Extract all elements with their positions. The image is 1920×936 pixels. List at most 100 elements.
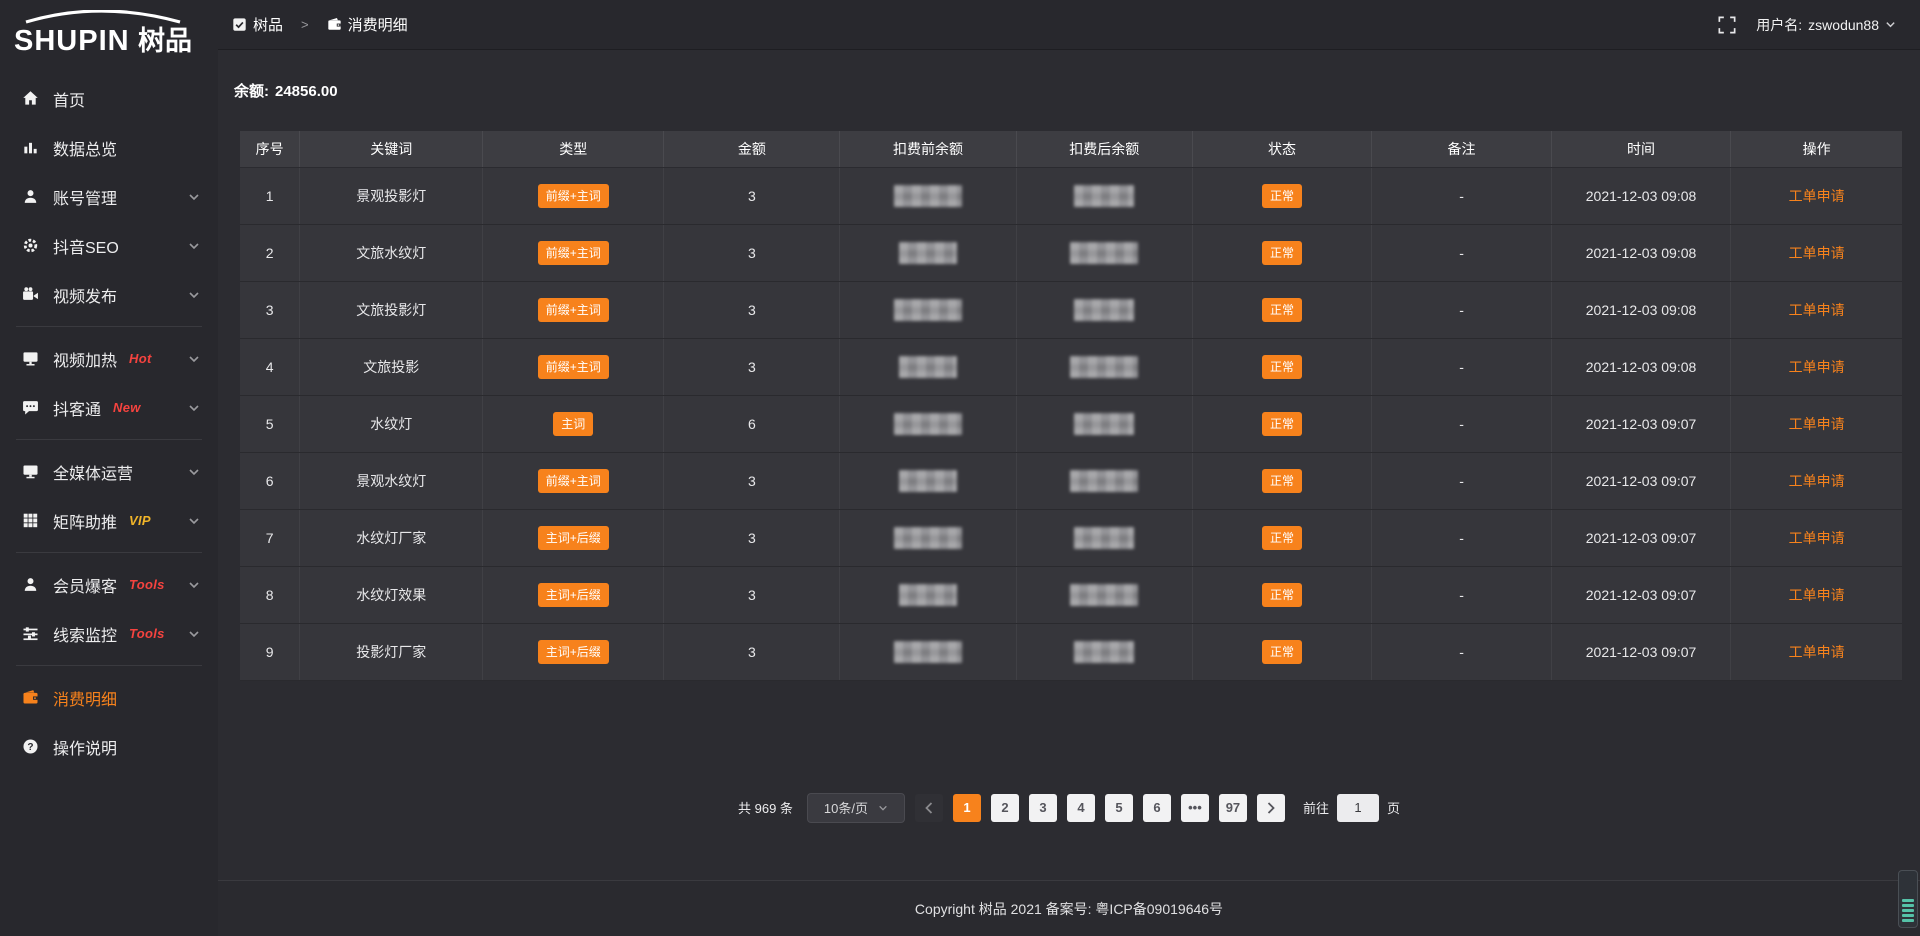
balance-before-blurred bbox=[894, 641, 962, 663]
sidebar-item-label: 抖客通 bbox=[53, 396, 101, 420]
sidebar-item-clue-monitor[interactable]: 线索监控Tools bbox=[0, 609, 218, 658]
breadcrumb-item[interactable]: 消费明细 bbox=[327, 14, 408, 35]
column-header: 金额 bbox=[664, 131, 840, 167]
user-menu[interactable]: 用户名: zswodun88 bbox=[1756, 15, 1896, 35]
page-button-4[interactable]: 4 bbox=[1067, 794, 1095, 822]
type-badge-container: 主词+后缀 bbox=[483, 623, 664, 680]
page-size-select[interactable]: 10条/页 bbox=[807, 793, 905, 823]
remark-cell: - bbox=[1372, 167, 1551, 224]
pagination: 共 969 条 10条/页 123456•••97 前往 bbox=[218, 793, 1920, 823]
sidebar-item-matrix-boost[interactable]: 矩阵助推VIP bbox=[0, 496, 218, 545]
fullscreen-icon[interactable] bbox=[1718, 16, 1736, 34]
work-order-link[interactable]: 工单申请 bbox=[1789, 302, 1845, 318]
monitor-play-icon bbox=[22, 350, 39, 367]
page-button-3[interactable]: 3 bbox=[1029, 794, 1057, 822]
amount-cell: 3 bbox=[664, 281, 840, 338]
balance-before-blurred bbox=[899, 356, 957, 378]
column-header: 序号 bbox=[240, 131, 300, 167]
action-cell-container: 工单申请 bbox=[1731, 509, 1902, 566]
table-row: 5水纹灯主词6正常-2021-12-03 09:07工单申请 bbox=[240, 395, 1902, 452]
table-row: 3文旅投影灯前缀+主词3正常-2021-12-03 09:08工单申请 bbox=[240, 281, 1902, 338]
wallet-icon bbox=[22, 689, 39, 706]
action-cell-container: 工单申请 bbox=[1731, 623, 1902, 680]
table-row: 2文旅水纹灯前缀+主词3正常-2021-12-03 09:08工单申请 bbox=[240, 224, 1902, 281]
column-header: 状态 bbox=[1192, 131, 1371, 167]
time-cell: 2021-12-03 09:07 bbox=[1551, 509, 1730, 566]
work-order-link[interactable]: 工单申请 bbox=[1789, 530, 1845, 546]
column-header: 操作 bbox=[1731, 131, 1902, 167]
column-header: 扣费前余额 bbox=[840, 131, 1016, 167]
page-button-1[interactable]: 1 bbox=[953, 794, 981, 822]
breadcrumb-item[interactable]: 树品 bbox=[232, 14, 283, 35]
footer: Copyright 树品 2021 备案号: 粤ICP备09019646号 bbox=[218, 880, 1920, 936]
pagination-total: 共 969 条 bbox=[738, 798, 793, 817]
work-order-link[interactable]: 工单申请 bbox=[1789, 188, 1845, 204]
wallet-icon bbox=[327, 17, 342, 32]
goto-page-input[interactable] bbox=[1337, 794, 1379, 822]
sidebar-item-video-heat[interactable]: 视频加热Hot bbox=[0, 334, 218, 383]
page-button-97[interactable]: 97 bbox=[1219, 794, 1247, 822]
more-pages-button[interactable]: ••• bbox=[1181, 794, 1209, 822]
sidebar-item-label: 首页 bbox=[53, 87, 85, 111]
sidebar-item-member-baoke[interactable]: 会员爆客 Tools bbox=[0, 560, 218, 609]
balance-after-blurred-container bbox=[1016, 566, 1192, 623]
type-badge-container: 主词+后缀 bbox=[483, 566, 664, 623]
amount-cell: 3 bbox=[664, 509, 840, 566]
balance-before-blurred bbox=[894, 299, 962, 321]
page-button-6[interactable]: 6 bbox=[1143, 794, 1171, 822]
table-body: 1景观投影灯前缀+主词3正常-2021-12-03 09:08工单申请2文旅水纹… bbox=[240, 167, 1902, 680]
work-order-link[interactable]: 工单申请 bbox=[1789, 245, 1845, 261]
sidebar-item-operation-guide[interactable]: ?操作说明 bbox=[0, 722, 218, 771]
work-order-link[interactable]: 工单申请 bbox=[1789, 587, 1845, 603]
type-badge: 主词 bbox=[553, 412, 593, 436]
page-button-2[interactable]: 2 bbox=[991, 794, 1019, 822]
sidebar-item-home[interactable]: 首页 bbox=[0, 74, 218, 123]
status-badge-container: 正常 bbox=[1192, 338, 1371, 395]
action-cell-container: 工单申请 bbox=[1731, 395, 1902, 452]
balance-after-blurred bbox=[1070, 242, 1138, 264]
sidebar-item-label: 全媒体运营 bbox=[53, 460, 133, 484]
prev-page-button[interactable] bbox=[915, 794, 943, 822]
sidebar-item-label: 数据总览 bbox=[53, 136, 117, 160]
type-badge-container: 前缀+主词 bbox=[483, 224, 664, 281]
balance-after-blurred bbox=[1074, 527, 1134, 549]
column-header: 扣费后余额 bbox=[1016, 131, 1192, 167]
row-index: 5 bbox=[240, 395, 300, 452]
table-row: 4文旅投影前缀+主词3正常-2021-12-03 09:08工单申请 bbox=[240, 338, 1902, 395]
work-order-link[interactable]: 工单申请 bbox=[1789, 359, 1845, 375]
next-page-button[interactable] bbox=[1257, 794, 1285, 822]
action-cell-container: 工单申请 bbox=[1731, 281, 1902, 338]
sidebar-item-all-media-operation[interactable]: 全媒体运营 bbox=[0, 447, 218, 496]
logo-graphic: SHUPIN 树品 bbox=[12, 10, 204, 58]
work-order-link[interactable]: 工单申请 bbox=[1789, 644, 1845, 660]
chevron-left-icon bbox=[924, 802, 934, 814]
remark-cell: - bbox=[1372, 452, 1551, 509]
balance-after-blurred bbox=[1070, 470, 1138, 492]
sidebar-item-douketong[interactable]: 抖客通New bbox=[0, 383, 218, 432]
sidebar-item-account-management[interactable]: 账号管理 bbox=[0, 172, 218, 221]
page-button-5[interactable]: 5 bbox=[1105, 794, 1133, 822]
type-badge: 主词+后缀 bbox=[538, 640, 609, 664]
balance-after-blurred bbox=[1074, 413, 1134, 435]
work-order-link[interactable]: 工单申请 bbox=[1789, 473, 1845, 489]
amount-cell: 3 bbox=[664, 224, 840, 281]
type-badge-container: 前缀+主词 bbox=[483, 338, 664, 395]
amount-cell: 3 bbox=[664, 452, 840, 509]
breadcrumb-separator: > bbox=[301, 17, 309, 32]
chevron-down-icon bbox=[188, 466, 200, 478]
amount-cell: 3 bbox=[664, 167, 840, 224]
username: zswodun88 bbox=[1808, 17, 1879, 33]
remark-cell: - bbox=[1372, 224, 1551, 281]
sidebar-item-douyin-seo[interactable]: 抖音SEO bbox=[0, 221, 218, 270]
sidebar-item-video-publish[interactable]: 视频发布 bbox=[0, 270, 218, 319]
goto-unit: 页 bbox=[1387, 798, 1400, 817]
sidebar-item-badge: Tools bbox=[129, 577, 165, 592]
sidebar-item-label: 会员爆客 bbox=[53, 573, 117, 597]
balance-after-blurred-container bbox=[1016, 623, 1192, 680]
sidebar-item-consumption-detail[interactable]: 消费明细 bbox=[0, 673, 218, 722]
floating-widget[interactable] bbox=[1898, 870, 1918, 928]
work-order-link[interactable]: 工单申请 bbox=[1789, 416, 1845, 432]
sidebar-item-data-overview[interactable]: 数据总览 bbox=[0, 123, 218, 172]
amount-cell: 3 bbox=[664, 623, 840, 680]
keyword-cell: 水纹灯效果 bbox=[300, 566, 483, 623]
